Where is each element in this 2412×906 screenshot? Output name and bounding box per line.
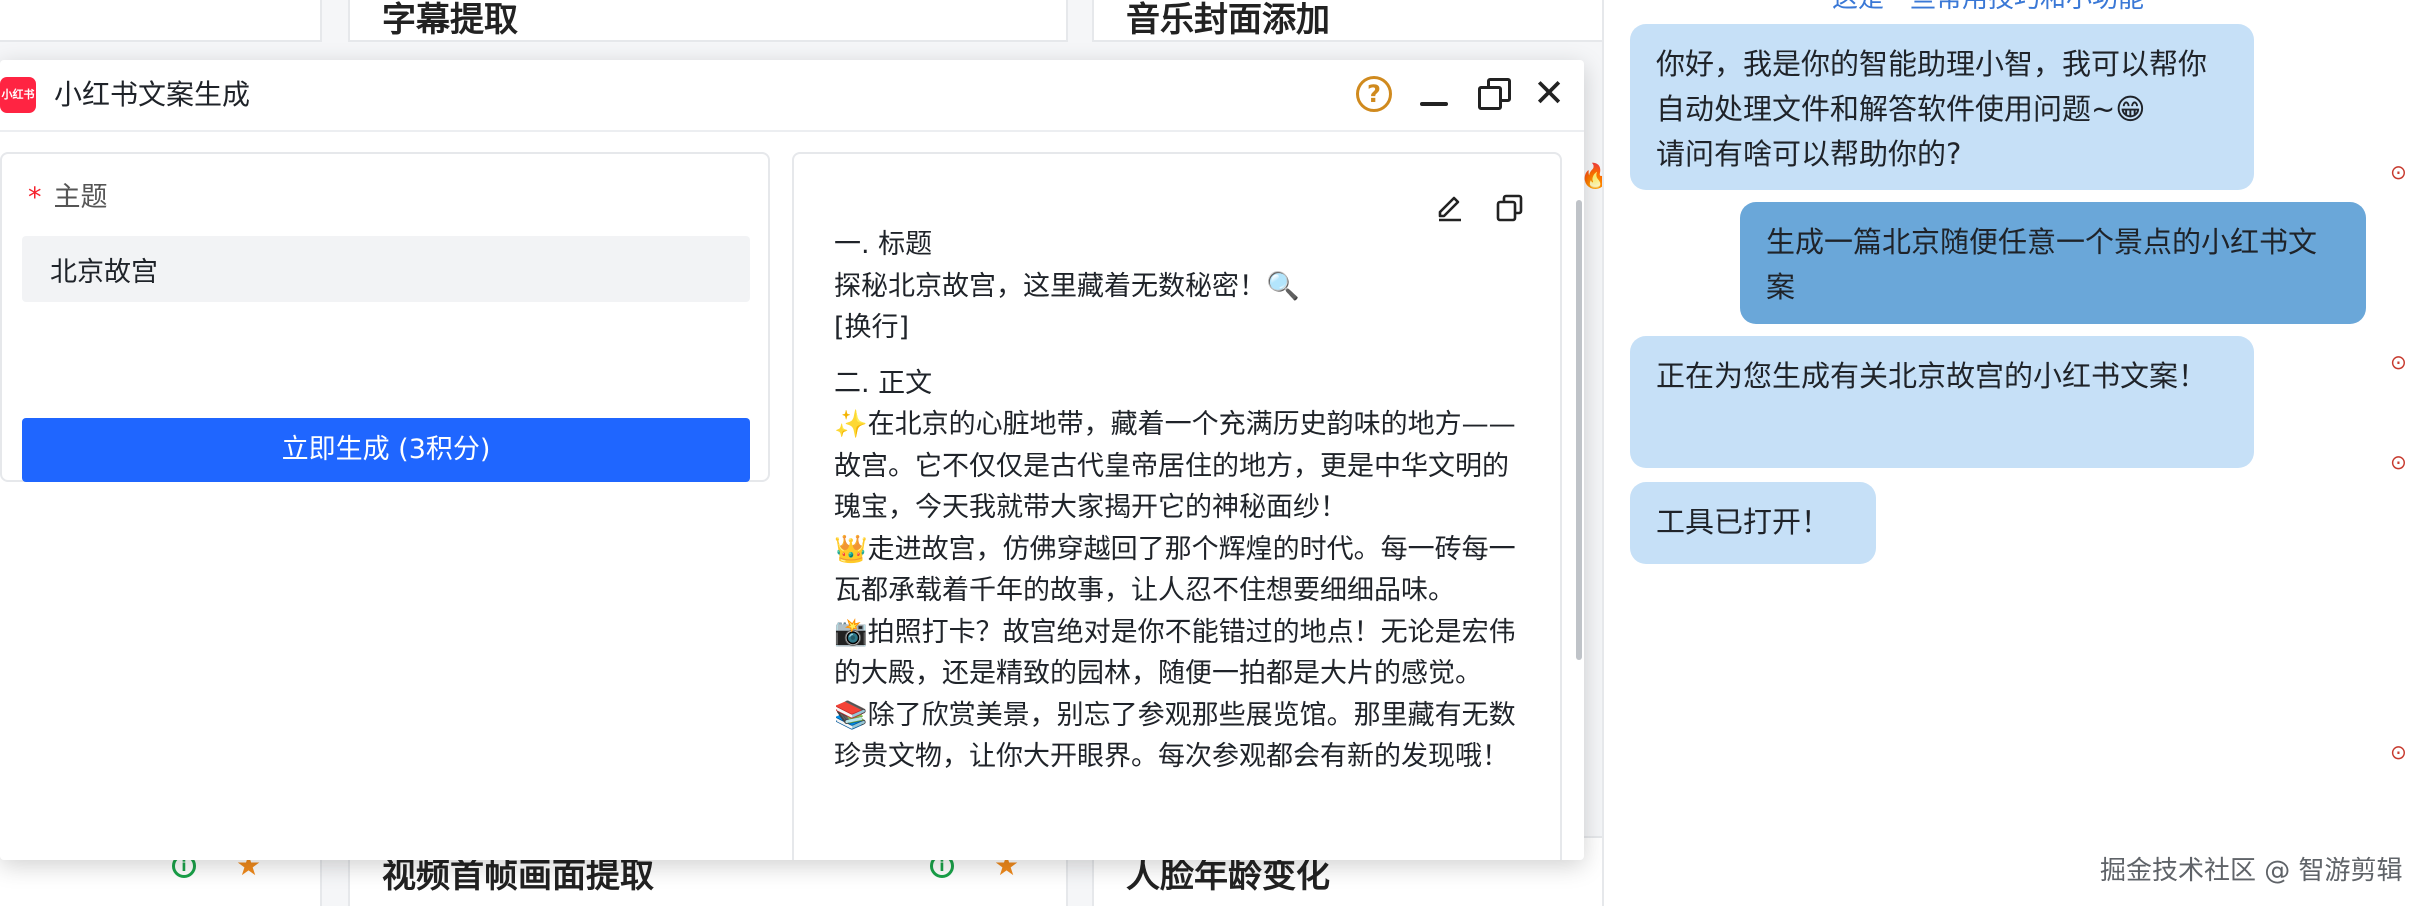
right-edge-strip: ⊙ ⊙ ⊙ ⊙	[2390, 0, 2412, 906]
result-scrollbar[interactable]	[1576, 200, 1582, 660]
assistant-chat-panel: 这是一些常用技巧和小功能 你好，我是你的智能助理小智，我可以帮你自动处理文件和解…	[1602, 0, 2412, 906]
edge-icon: ⊙	[2390, 740, 2407, 764]
result-line: 👑走进故宫，仿佛穿越回了那个辉煌的时代。每一砖每一瓦都承载着千年的故事，让人忍不…	[834, 533, 1516, 607]
copy-icon[interactable]	[1494, 192, 1526, 224]
restore-icon[interactable]	[1478, 78, 1512, 112]
edge-icon: ⊙	[2390, 350, 2407, 374]
topic-label-text: 主题	[53, 182, 108, 213]
edge-icon: ⊙	[2390, 450, 2407, 474]
watermark: 掘金技术社区 @ 智游剪辑	[2100, 856, 2403, 886]
result-line: 探秘北京故宫，这里藏着无数秘密！🔍	[834, 270, 1300, 302]
tips-link[interactable]: 这是一些常用技巧和小功能	[1832, 0, 2144, 15]
result-panel: 一. 标题 探秘北京故宫，这里藏着无数秘密！🔍 [换行] 二. 正文 ✨在北京的…	[792, 152, 1562, 860]
form-panel: * 主题 立即生成 (3积分)	[0, 152, 770, 482]
xiaohongshu-copy-generator-window: 小红书 小红书文案生成 ? ✕ * 主题 立即生成 (3积分) 一. 标题 探秘北…	[0, 60, 1584, 860]
result-line: 二. 正文	[834, 367, 933, 399]
required-mark: *	[28, 182, 42, 213]
topic-input[interactable]	[22, 236, 750, 302]
topic-label: * 主题	[28, 178, 108, 218]
bot-message: 你好，我是你的智能助理小智，我可以帮你自动处理文件和解答软件使用问题~😁 请问有…	[1630, 24, 2254, 190]
result-line: 📸拍照打卡？故宫绝对是你不能错过的地点！无论是宏伟的大殿，还是精致的园林，随便一…	[834, 616, 1516, 690]
generated-copy-text: 一. 标题 探秘北京故宫，这里藏着无数秘密！🔍 [换行] 二. 正文 ✨在北京的…	[834, 224, 1534, 778]
user-message: 生成一篇北京随便任意一个景点的小红书文案	[1740, 202, 2366, 324]
close-icon[interactable]: ✕	[1532, 74, 1566, 112]
window-titlebar[interactable]: 小红书 小红书文案生成 ? ✕	[0, 60, 1584, 132]
bot-message: 工具已打开！	[1630, 482, 1876, 564]
generate-button[interactable]: 立即生成 (3积分)	[22, 418, 750, 482]
tool-card-title: 音乐封面添加	[1126, 0, 1330, 40]
minimize-icon[interactable]	[1418, 76, 1450, 112]
tool-card-music-cover[interactable]: 音乐封面添加	[1092, 0, 1632, 42]
help-icon[interactable]: ?	[1356, 76, 1392, 112]
tool-card-subtitle-extract[interactable]: 字幕提取 i ★	[348, 0, 1068, 42]
result-line: 📚除了欣赏美景，别忘了参观那些展览馆。那里藏有无数珍贵文物，让你大开眼界。每次参…	[834, 699, 1516, 773]
result-line: 一. 标题	[834, 229, 933, 260]
edge-icon: ⊙	[2390, 160, 2407, 184]
bot-message: 正在为您生成有关北京故宫的小红书文案！	[1630, 336, 2254, 468]
edit-icon[interactable]	[1434, 192, 1466, 224]
result-line: [换行]	[834, 312, 910, 343]
window-title: 小红书文案生成	[54, 78, 251, 111]
tool-card-title: 字幕提取	[382, 0, 518, 40]
result-line: ✨在北京的心脏地带，藏着一个充满历史韵味的地方——故宫。它不仅仅是古代皇帝居住的…	[834, 409, 1516, 523]
xiaohongshu-logo: 小红书	[0, 77, 36, 113]
tool-card[interactable]: i ★	[0, 0, 322, 42]
